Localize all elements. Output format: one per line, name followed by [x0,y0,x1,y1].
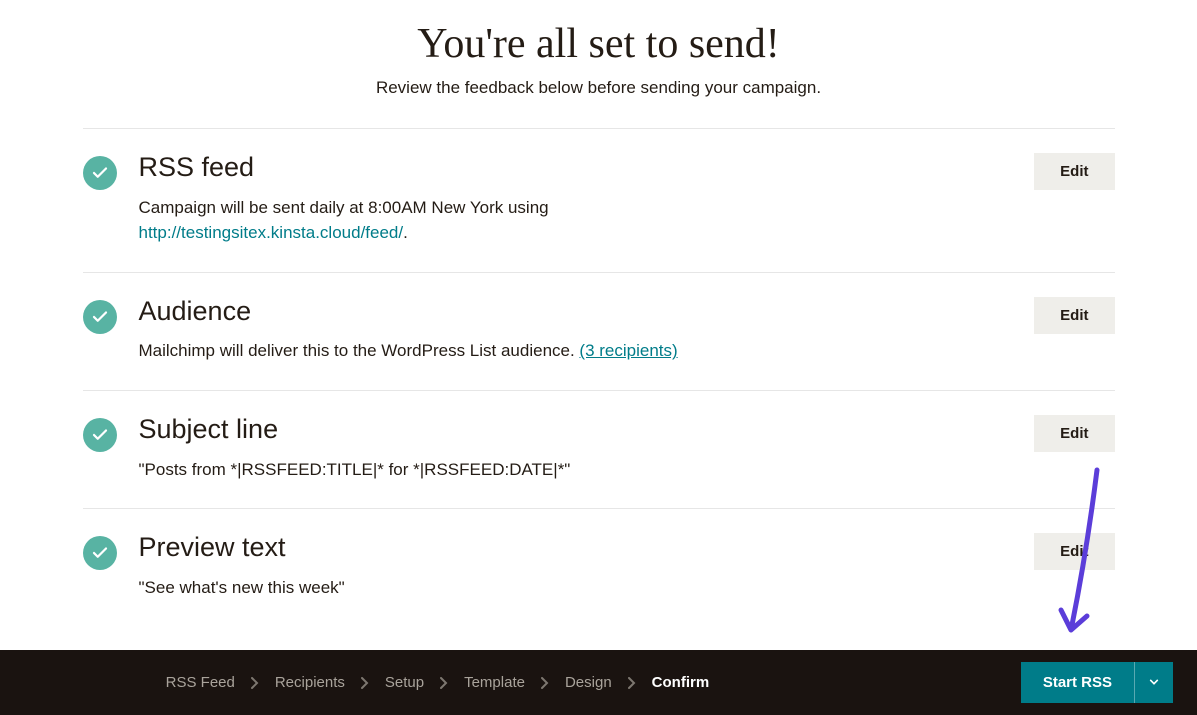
rss-desc-prefix: Campaign will be sent daily at 8:00AM Ne… [139,198,549,217]
edit-button-preview-text[interactable]: Edit [1034,533,1114,570]
section-title-preview-text: Preview text [139,533,1019,563]
breadcrumb-item-confirm[interactable]: Confirm [652,674,710,691]
section-desc-rss-feed: Campaign will be sent daily at 8:00AM Ne… [139,195,1019,246]
breadcrumb-item-setup[interactable]: Setup [385,674,424,691]
section-desc-preview-text: "See what's new this week" [139,575,1019,601]
breadcrumb-item-rss-feed[interactable]: RSS Feed [166,674,235,691]
breadcrumb-item-recipients[interactable]: Recipients [275,674,345,691]
section-title-audience: Audience [139,297,1019,327]
recipients-link[interactable]: (3 recipients) [579,341,677,360]
start-button-group: Start RSS [1021,662,1173,703]
start-rss-dropdown[interactable] [1134,662,1173,703]
check-icon [83,300,117,334]
audience-desc-prefix: Mailchimp will deliver this to the WordP… [139,341,580,360]
check-icon [83,156,117,190]
section-desc-audience: Mailchimp will deliver this to the WordP… [139,338,1019,364]
start-rss-button[interactable]: Start RSS [1021,662,1134,703]
chevron-right-icon [251,677,259,689]
section-subject-line: Subject line "Posts from *|RSSFEED:TITLE… [83,390,1115,508]
rss-desc-suffix: . [403,223,408,242]
breadcrumb: RSS Feed Recipients Setup Template Desig… [0,674,1021,691]
section-preview-text: Preview text "See what's new this week" … [83,508,1115,626]
breadcrumb-item-template[interactable]: Template [464,674,525,691]
chevron-down-icon [1149,675,1159,690]
edit-button-rss-feed[interactable]: Edit [1034,153,1114,190]
section-audience: Audience Mailchimp will deliver this to … [83,272,1115,390]
chevron-right-icon [628,677,636,689]
check-icon [83,536,117,570]
chevron-right-icon [541,677,549,689]
section-rss-feed: RSS feed Campaign will be sent daily at … [83,128,1115,272]
section-desc-subject-line: "Posts from *|RSSFEED:TITLE|* for *|RSSF… [139,457,1019,483]
edit-button-audience[interactable]: Edit [1034,297,1114,334]
page-subtitle: Review the feedback below before sending… [83,78,1115,98]
section-title-rss-feed: RSS feed [139,153,1019,183]
breadcrumb-item-design[interactable]: Design [565,674,612,691]
edit-button-subject-line[interactable]: Edit [1034,415,1114,452]
chevron-right-icon [440,677,448,689]
bottom-bar: RSS Feed Recipients Setup Template Desig… [0,650,1197,715]
rss-feed-link[interactable]: http://testingsitex.kinsta.cloud/feed/ [139,223,404,242]
chevron-right-icon [361,677,369,689]
check-icon [83,418,117,452]
page-title: You're all set to send! [83,20,1115,68]
section-title-subject-line: Subject line [139,415,1019,445]
